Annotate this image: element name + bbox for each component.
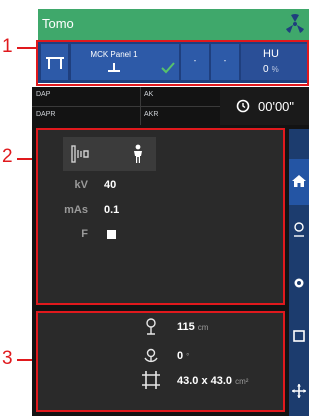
dapr-label: DAPR: [36, 111, 56, 118]
timer-value: 00'00": [258, 99, 295, 114]
callout-1-line: [17, 47, 38, 49]
protocol-header: Tomo: [38, 9, 309, 40]
square-icon[interactable]: [291, 328, 307, 344]
callout-2-line: [17, 158, 32, 160]
exposure-timer: 00'00": [220, 87, 309, 125]
nav-item-home[interactable]: [289, 159, 309, 205]
protocol-title: Tomo: [42, 16, 74, 31]
person-outline-icon[interactable]: [291, 221, 307, 237]
callout-1-frame: [36, 40, 309, 86]
ak-label: AK: [144, 91, 154, 98]
clock-icon: [236, 99, 250, 113]
dose-readout: DAP AK DAPR AKR: [32, 87, 220, 125]
callout-2: 2: [2, 146, 13, 167]
callout-3: 3: [2, 348, 13, 369]
callout-3-line: [17, 359, 32, 361]
home-icon: [292, 175, 306, 187]
eye-icon[interactable]: [291, 275, 307, 291]
callout-3-frame: [36, 311, 285, 412]
akr-label: AKR: [144, 111, 159, 118]
callout-1: 1: [2, 36, 13, 57]
callout-2-frame: [36, 128, 285, 305]
side-navigation: [289, 129, 309, 416]
dose-divider: [32, 106, 220, 107]
radiation-icon: [286, 14, 304, 33]
dap-label: DAP: [36, 91, 51, 98]
move-icon[interactable]: [291, 383, 307, 399]
dose-divider-vertical: [140, 87, 141, 125]
